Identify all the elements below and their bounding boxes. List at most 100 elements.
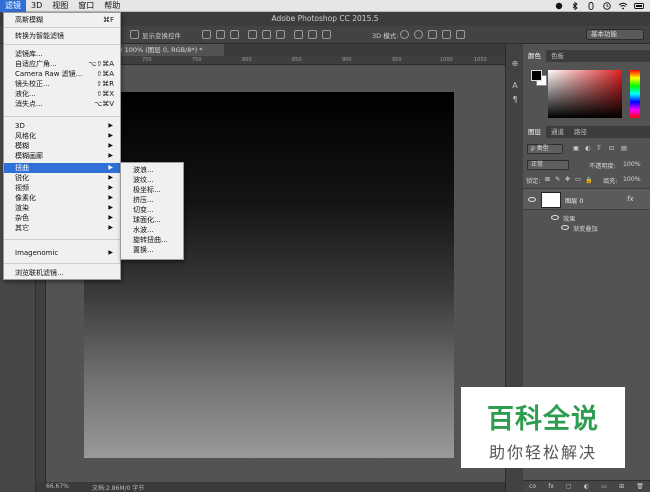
menu-help[interactable]: 帮助: [99, 0, 125, 12]
character-icon[interactable]: A: [509, 80, 521, 92]
lock-all-icon[interactable]: 🔒: [585, 176, 593, 184]
pan-3d-icon[interactable]: [428, 30, 437, 39]
submenu-item-zigzag[interactable]: 水波...: [121, 225, 183, 235]
document-canvas[interactable]: [84, 92, 454, 458]
zoom-level[interactable]: 66.67%: [46, 483, 69, 490]
submenu-item-pinch[interactable]: 挤压...: [121, 195, 183, 205]
align-middle-icon[interactable]: [216, 30, 225, 39]
lock-artboard-icon[interactable]: ▭: [575, 176, 581, 183]
tab-channels[interactable]: 通道: [546, 126, 569, 138]
align-right-icon[interactable]: [276, 30, 285, 39]
clock-icon[interactable]: [602, 1, 612, 10]
submenu-item-ripple[interactable]: 波纹...: [121, 175, 183, 185]
menu-item-other[interactable]: 其它 ▶: [4, 223, 120, 233]
distribute-icon[interactable]: [294, 30, 303, 39]
document-tab[interactable]: @ 100% (图层 0, RGB/8*) *: [112, 44, 224, 56]
menu-window[interactable]: 窗口: [73, 0, 99, 12]
adjustment-layer-icon[interactable]: ◐: [584, 483, 589, 490]
roll-3d-icon[interactable]: [414, 30, 423, 39]
align-bottom-icon[interactable]: [230, 30, 239, 39]
menu-item-imagenomic[interactable]: Imagenomic ▶: [4, 248, 120, 258]
menu-item-blur[interactable]: 模糊 ▶: [4, 141, 120, 151]
distribute-3-icon[interactable]: [322, 30, 331, 39]
menu-item-3d[interactable]: 3D ▶: [4, 121, 120, 131]
scale-3d-icon[interactable]: [456, 30, 465, 39]
add-style-icon[interactable]: fx: [548, 483, 554, 490]
menu-item-adaptive-wide-angle[interactable]: 自适应广角... ⌥⇧⌘A: [4, 59, 120, 69]
submenu-item-spherize[interactable]: 球面化...: [121, 215, 183, 225]
menu-item-gaussian-blur[interactable]: 高斯模糊 ⌘F: [4, 15, 120, 25]
auto-select-checkbox[interactable]: [130, 30, 139, 39]
submenu-item-twirl[interactable]: 旋转扭曲...: [121, 235, 183, 245]
layer-name[interactable]: 图层 0: [565, 196, 583, 205]
battery-icon[interactable]: [634, 2, 644, 10]
paragraph-icon[interactable]: ¶: [509, 94, 521, 106]
menu-view[interactable]: 视图: [47, 0, 73, 12]
link-layers-icon[interactable]: co: [529, 483, 536, 490]
menu-item-liquify[interactable]: 液化... ⇧⌘X: [4, 89, 120, 99]
slide-3d-icon[interactable]: [442, 30, 451, 39]
bluetooth-icon[interactable]: [570, 1, 580, 10]
visibility-eye-icon[interactable]: [528, 197, 536, 202]
menu-item-pixelate[interactable]: 像素化 ▶: [4, 193, 120, 203]
add-mask-icon[interactable]: ▢: [566, 483, 572, 490]
wifi-icon[interactable]: [618, 2, 628, 10]
submenu-item-displace[interactable]: 置换...: [121, 245, 183, 255]
gradient-overlay-row[interactable]: 渐变叠加: [523, 222, 650, 234]
menu-item-filter-gallery[interactable]: 滤镜库...: [4, 49, 120, 59]
new-layer-icon[interactable]: ⊞: [619, 483, 624, 490]
tab-layers[interactable]: 图层: [523, 126, 546, 138]
tab-color[interactable]: 颜色: [523, 50, 546, 62]
delete-layer-icon[interactable]: 🗑: [636, 483, 644, 490]
menu-item-lens-correction[interactable]: 镜头校正... ⇧⌘R: [4, 79, 120, 89]
tab-swatches[interactable]: 色板: [546, 50, 569, 62]
new-group-icon[interactable]: ▭: [601, 483, 607, 490]
menu-item-stylize[interactable]: 风格化 ▶: [4, 131, 120, 141]
orbit-3d-icon[interactable]: [400, 30, 409, 39]
align-left-icon[interactable]: [248, 30, 257, 39]
menu-3d[interactable]: 3D: [26, 0, 47, 12]
layer-row[interactable]: 图层 0 fx: [523, 188, 650, 210]
blend-mode-select[interactable]: 正常: [527, 160, 569, 170]
color-spectrum[interactable]: [548, 70, 622, 118]
layer-fx-badge[interactable]: fx: [627, 195, 634, 203]
effects-eye-icon[interactable]: [551, 215, 559, 220]
fill-value[interactable]: 100%: [623, 176, 641, 183]
filter-pixel-icon[interactable]: ▣: [573, 145, 579, 152]
distribute-2-icon[interactable]: [308, 30, 317, 39]
foreground-color-swatch[interactable]: [531, 70, 542, 81]
history-icon[interactable]: ⊕: [509, 58, 521, 70]
mouse-icon[interactable]: [586, 1, 596, 10]
hue-slider[interactable]: [630, 70, 640, 118]
menu-item-distort[interactable]: 扭曲 ▶: [4, 163, 120, 173]
menu-item-render[interactable]: 渲染 ▶: [4, 203, 120, 213]
menu-item-convert-smart-filter[interactable]: 转换为智能滤镜: [4, 31, 120, 41]
menu-item-camera-raw[interactable]: Camera Raw 滤镜... ⇧⌘A: [4, 69, 120, 79]
menu-item-browse-online-filters[interactable]: 浏览联机滤镜...: [4, 268, 120, 278]
submenu-item-shear[interactable]: 切变...: [121, 205, 183, 215]
opacity-value[interactable]: 100%: [623, 161, 641, 168]
align-top-icon[interactable]: [202, 30, 211, 39]
lock-transparent-icon[interactable]: ⊠: [545, 176, 550, 183]
lock-pixels-icon[interactable]: ✎: [555, 176, 560, 183]
filter-shape-icon[interactable]: ⊡: [609, 145, 614, 152]
kind-filter-select[interactable]: ρ 类型: [527, 144, 563, 154]
menu-item-label: 像素化: [15, 194, 36, 202]
tab-paths[interactable]: 路径: [569, 126, 592, 138]
lock-position-icon[interactable]: ✥: [565, 176, 570, 183]
filter-smart-icon[interactable]: ▤: [621, 145, 627, 152]
filter-adjust-icon[interactable]: ◐: [585, 145, 590, 152]
filter-type-icon[interactable]: T: [597, 145, 601, 152]
menu-item-blur-gallery[interactable]: 模糊画廊 ▶: [4, 151, 120, 161]
record-icon[interactable]: [554, 2, 564, 10]
menu-item-sharpen[interactable]: 锐化 ▶: [4, 173, 120, 183]
align-center-icon[interactable]: [262, 30, 271, 39]
submenu-item-polar-coordinates[interactable]: 极坐标...: [121, 185, 183, 195]
menu-item-vanishing-point[interactable]: 消失点... ⌥⌘V: [4, 99, 120, 109]
workspace-select[interactable]: 基本功能: [586, 29, 644, 40]
menu-filter[interactable]: 滤镜: [0, 0, 26, 12]
menu-item-video[interactable]: 视频 ▶: [4, 183, 120, 193]
menu-item-noise[interactable]: 杂色 ▶: [4, 213, 120, 223]
gradient-overlay-eye-icon[interactable]: [561, 225, 569, 230]
submenu-item-wave[interactable]: 波浪...: [121, 165, 183, 175]
